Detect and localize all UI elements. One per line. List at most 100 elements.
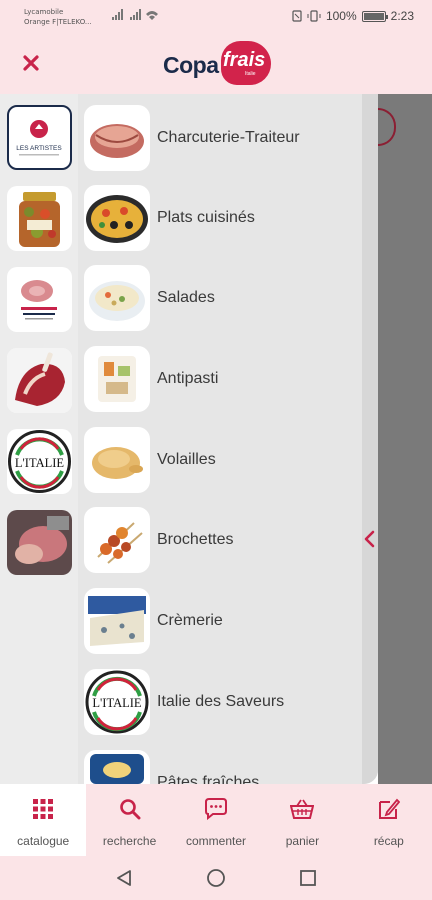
vibrate-icon bbox=[307, 10, 321, 22]
carrier-info: Lycamobile Orange F|TELEKO... bbox=[24, 7, 92, 27]
category-label: Plats cuisinés bbox=[157, 209, 255, 226]
close-button[interactable] bbox=[16, 48, 46, 78]
carrier-line-1: Lycamobile bbox=[24, 8, 64, 16]
signal-icons bbox=[112, 9, 158, 24]
category-label: Brochettes bbox=[157, 531, 234, 548]
nav-label: catalogue bbox=[17, 834, 70, 848]
catalogue-drawer: LES ARTISTES L'ITALIE Charcuterie-Traite… bbox=[0, 94, 378, 784]
carrier-line-2: Orange F|TELEKO... bbox=[24, 18, 92, 26]
salad-icon bbox=[89, 281, 145, 321]
nav-label: recherche bbox=[102, 834, 157, 848]
meat-photo-icon bbox=[7, 348, 72, 413]
category-item-salades[interactable]: Salades bbox=[84, 263, 360, 333]
edit-icon bbox=[376, 796, 402, 822]
clock: 2:23 bbox=[390, 9, 414, 23]
pasta-icon bbox=[90, 754, 144, 784]
ham-photo-icon bbox=[21, 280, 57, 320]
logo-sub-text: Italie bbox=[245, 71, 256, 77]
brand-ham-slicing[interactable] bbox=[7, 510, 72, 575]
category-label: Antipasti bbox=[157, 370, 219, 387]
logo-text: Copa bbox=[163, 52, 219, 78]
category-item-pates-fraiches[interactable]: Pâtes fraîches bbox=[84, 748, 360, 784]
nfc-icon bbox=[292, 10, 302, 22]
nav-catalogue[interactable]: catalogue bbox=[0, 784, 87, 856]
category-label: Salades bbox=[157, 289, 215, 306]
chicken-icon bbox=[92, 447, 143, 479]
category-item-volailles[interactable]: Volailles bbox=[84, 425, 360, 495]
category-thumb bbox=[84, 265, 150, 331]
category-thumb bbox=[84, 507, 150, 573]
bottom-nav: catalogue recherche commenter panier réc… bbox=[0, 784, 432, 856]
les-artistes-label: LES ARTISTES bbox=[16, 145, 62, 152]
antipasti-icon bbox=[98, 356, 136, 402]
category-item-plats-cuisines[interactable]: Plats cuisinés bbox=[84, 183, 360, 253]
category-thumb: L'ITALIE bbox=[84, 669, 150, 735]
brand-antipasti-jar[interactable] bbox=[7, 186, 72, 251]
signal-icon bbox=[112, 9, 158, 20]
chevron-left-icon bbox=[364, 530, 375, 548]
jar-photo-icon bbox=[19, 192, 60, 247]
italie-logo-icon: L'ITALIE bbox=[85, 670, 149, 734]
nav-label: récap bbox=[373, 834, 404, 848]
drawer-collapse-button[interactable] bbox=[360, 526, 378, 552]
brand-column: LES ARTISTES L'ITALIE bbox=[0, 94, 78, 784]
category-label: Italie des Saveurs bbox=[157, 693, 285, 710]
slicing-photo-icon bbox=[7, 510, 72, 575]
brand-l-italie[interactable]: L'ITALIE bbox=[7, 429, 72, 494]
les-artistes-logo-icon: LES ARTISTES bbox=[16, 120, 62, 156]
category-thumb bbox=[84, 750, 150, 784]
category-label: Volailles bbox=[157, 451, 216, 468]
nav-label: commenter bbox=[186, 834, 247, 848]
category-label: Charcuterie-Traiteur bbox=[157, 129, 300, 146]
home-circle-icon bbox=[207, 869, 225, 887]
search-icon bbox=[117, 796, 143, 822]
cheese-icon bbox=[88, 596, 146, 646]
battery-icon bbox=[361, 10, 388, 22]
category-thumb bbox=[84, 105, 150, 171]
roast-ham-icon bbox=[90, 124, 144, 158]
category-thumb bbox=[84, 427, 150, 493]
back-triangle-icon bbox=[117, 870, 131, 886]
category-item-italie-des-saveurs[interactable]: L'ITALIE Italie des Saveurs bbox=[84, 667, 360, 737]
home-button[interactable] bbox=[205, 867, 227, 889]
nav-commenter[interactable]: commenter bbox=[173, 784, 259, 856]
italie-logo-text: L'ITALIE bbox=[15, 456, 65, 470]
drawer-scrim[interactable] bbox=[378, 94, 432, 784]
nav-recap[interactable]: récap bbox=[346, 784, 432, 856]
brand-meat-cuts[interactable] bbox=[7, 348, 72, 413]
status-right: 100% 2:23 bbox=[292, 9, 414, 23]
italie-logo-icon: L'ITALIE bbox=[8, 430, 71, 493]
logo-frais-text: frais bbox=[223, 49, 266, 71]
nav-panier[interactable]: panier bbox=[259, 784, 345, 856]
grid-icon bbox=[30, 796, 56, 822]
nav-recherche[interactable]: recherche bbox=[86, 784, 172, 856]
recents-square-icon bbox=[300, 870, 316, 886]
category-label: Crèmerie bbox=[157, 612, 223, 629]
recents-button[interactable] bbox=[297, 867, 319, 889]
status-bar: Lycamobile Orange F|TELEKO... 100% 2:23 bbox=[0, 0, 432, 34]
basket-icon bbox=[289, 796, 315, 822]
nav-label: panier bbox=[285, 834, 320, 848]
category-thumb bbox=[84, 346, 150, 412]
category-item-charcuterie[interactable]: Charcuterie-Traiteur bbox=[84, 103, 360, 173]
comment-icon bbox=[203, 796, 229, 822]
battery-percent: 100% bbox=[325, 9, 357, 23]
copafrais-logo: Copa frais Italie bbox=[163, 41, 275, 87]
category-item-cremerie[interactable]: Crèmerie bbox=[84, 586, 360, 656]
back-button[interactable] bbox=[113, 867, 135, 889]
system-nav-bar bbox=[0, 856, 432, 900]
app-header: Copa frais Italie bbox=[0, 34, 432, 94]
paella-icon bbox=[86, 195, 148, 243]
category-item-antipasti[interactable]: Antipasti bbox=[84, 344, 360, 414]
close-icon bbox=[23, 55, 39, 71]
brand-rondelli[interactable] bbox=[7, 267, 72, 332]
skewers-icon bbox=[97, 522, 143, 564]
category-thumb bbox=[84, 185, 150, 251]
italie-logo-text: L'ITALIE bbox=[92, 696, 142, 710]
drawer-edge bbox=[362, 94, 378, 784]
category-item-brochettes[interactable]: Brochettes bbox=[84, 505, 360, 575]
brand-les-artistes[interactable]: LES ARTISTES bbox=[7, 105, 72, 170]
category-label: Pâtes fraîches bbox=[157, 774, 260, 784]
category-list: Charcuterie-Traiteur Plats cuisinés Sala… bbox=[78, 94, 362, 784]
category-thumb bbox=[84, 588, 150, 654]
